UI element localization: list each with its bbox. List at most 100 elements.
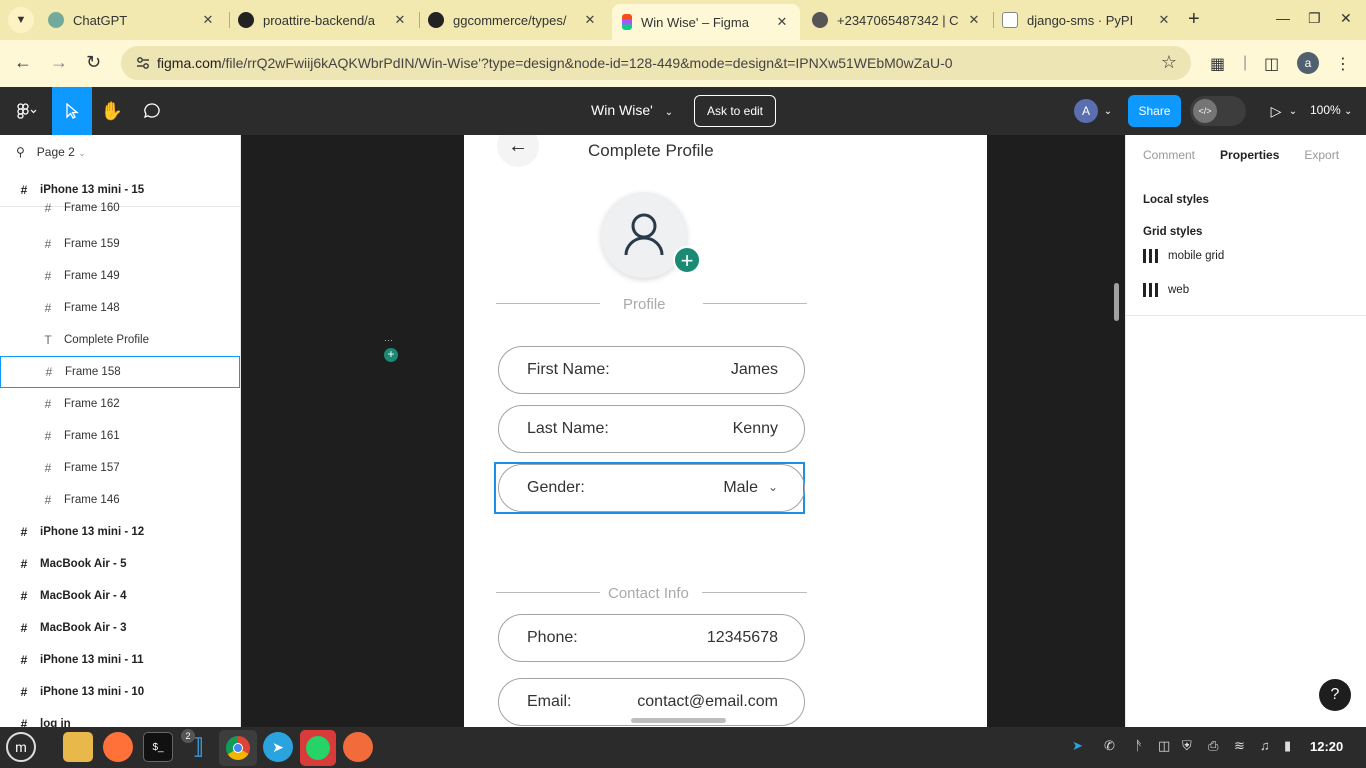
- tab-properties[interactable]: Properties: [1220, 148, 1279, 162]
- layer-row[interactable]: # iPhone 13 mini - 12: [0, 516, 240, 548]
- layer-row[interactable]: # Frame 157: [0, 452, 240, 484]
- back-arrow-icon[interactable]: ←: [497, 135, 539, 167]
- address-bar[interactable]: figma.com/file/rrQ2wFwiij6kAQKWbrPdIN/Wi…: [121, 46, 1191, 80]
- ask-to-edit-button[interactable]: Ask to edit: [694, 95, 776, 127]
- tab-export[interactable]: Export: [1304, 148, 1339, 162]
- site-settings-icon[interactable]: [135, 55, 151, 71]
- tab-ggcommerce[interactable]: ggcommerce/types/ ✕: [418, 0, 608, 40]
- tab-comment[interactable]: Comment: [1143, 148, 1195, 162]
- grid-style-mobile[interactable]: mobile grid: [1143, 249, 1224, 263]
- add-photo-plus-icon[interactable]: +: [673, 246, 701, 274]
- tab-phone[interactable]: +2347065487342 | C ✕: [802, 0, 992, 40]
- comment-tool[interactable]: [132, 87, 172, 135]
- layer-row[interactable]: # log in: [0, 708, 240, 727]
- battery-icon[interactable]: ▮: [1284, 738, 1291, 754]
- chevron-down-icon[interactable]: ⌄: [1100, 87, 1116, 135]
- adjacent-frame[interactable]: [839, 135, 987, 727]
- zoom-menu[interactable]: 100% ⌄: [1310, 103, 1352, 117]
- terminal-icon[interactable]: $_: [143, 732, 173, 762]
- printer-icon[interactable]: ⎙: [1208, 738, 1218, 754]
- bookmark-star-icon[interactable]: ☆: [1161, 52, 1177, 73]
- frame-scrollbar[interactable]: [631, 718, 726, 723]
- file-manager-icon[interactable]: [63, 732, 93, 762]
- layer-row[interactable]: # iPhone 13 mini - 10: [0, 676, 240, 708]
- start-menu-icon[interactable]: m: [6, 732, 36, 762]
- side-panel-icon[interactable]: ◫: [1264, 54, 1279, 74]
- divider-line: [702, 592, 807, 593]
- tab-search-button[interactable]: ▼: [8, 7, 34, 33]
- telegram-icon[interactable]: ➤: [263, 732, 293, 762]
- clipboard-icon[interactable]: ◫: [1158, 738, 1170, 754]
- music-note-icon[interactable]: ♫: [1260, 738, 1270, 753]
- clock[interactable]: 12:20: [1310, 739, 1343, 754]
- profile-avatar[interactable]: a: [1297, 52, 1319, 74]
- help-button[interactable]: ?: [1319, 679, 1351, 711]
- window-close-icon[interactable]: ✕: [1340, 10, 1352, 27]
- layer-row[interactable]: # Frame 158: [0, 356, 240, 388]
- layer-row[interactable]: # Frame 159: [0, 228, 240, 260]
- canvas-scrollbar[interactable]: [1114, 283, 1119, 321]
- whatsapp-tray-icon[interactable]: ✆: [1104, 738, 1115, 754]
- back-arrow-icon[interactable]: ←: [14, 52, 32, 73]
- share-button[interactable]: Share: [1128, 95, 1181, 127]
- layer-row[interactable]: # MacBook Air - 3: [0, 612, 240, 644]
- layer-row[interactable]: # Frame 146: [0, 484, 240, 516]
- page-selector[interactable]: ⚲ Page 2 ⌄: [16, 145, 86, 159]
- layer-row[interactable]: # Frame 149: [0, 260, 240, 292]
- firefox-icon[interactable]: [103, 732, 133, 762]
- bluetooth-icon[interactable]: ᚫ: [1135, 738, 1143, 753]
- layer-row[interactable]: # MacBook Air - 5: [0, 548, 240, 580]
- maximize-icon[interactable]: ❐: [1308, 10, 1321, 27]
- layer-row[interactable]: # Frame 161: [0, 420, 240, 452]
- whatsapp-active-highlight[interactable]: [300, 730, 336, 766]
- search-icon[interactable]: ⚲: [16, 145, 25, 159]
- shield-icon[interactable]: ⛨: [1182, 738, 1192, 754]
- close-icon[interactable]: ✕: [1156, 12, 1172, 28]
- close-icon[interactable]: ✕: [582, 12, 598, 28]
- postman-icon[interactable]: [343, 732, 373, 762]
- canvas-add-plus-icon[interactable]: +: [384, 348, 398, 362]
- hand-tool-icon[interactable]: ✋: [92, 87, 132, 135]
- new-tab-plus-icon[interactable]: +: [1188, 8, 1200, 31]
- forward-arrow-icon[interactable]: →: [50, 52, 68, 73]
- local-styles-heading: Local styles: [1143, 194, 1209, 206]
- close-icon[interactable]: ✕: [774, 14, 790, 30]
- first-name-field[interactable]: First Name: James: [498, 346, 805, 394]
- figma-main-menu[interactable]: [6, 87, 48, 135]
- layer-row[interactable]: # iPhone 13 mini - 11: [0, 644, 240, 676]
- phone-field[interactable]: Phone: 12345678: [498, 614, 805, 662]
- minimize-icon[interactable]: —: [1276, 10, 1290, 26]
- layer-row[interactable]: # Frame 160: [0, 196, 240, 220]
- close-icon[interactable]: ✕: [392, 12, 408, 28]
- layer-row[interactable]: T Complete Profile: [0, 324, 240, 356]
- reload-icon[interactable]: ↻: [86, 52, 101, 73]
- dev-mode-toggle[interactable]: </>: [1190, 96, 1246, 126]
- tab-proattire[interactable]: proattire-backend/a ✕: [228, 0, 418, 40]
- extensions-puzzle-icon[interactable]: ▦: [1210, 54, 1225, 74]
- close-icon[interactable]: ✕: [200, 12, 216, 28]
- layer-row[interactable]: # Frame 148: [0, 292, 240, 324]
- browser-tab-strip: ▼ ChatGPT ✕ proattire-backend/a ✕ ggcomm…: [0, 0, 1366, 40]
- code-icon: </>: [1193, 99, 1217, 123]
- grid-style-web[interactable]: web: [1143, 283, 1189, 297]
- layer-row[interactable]: # MacBook Air - 4: [0, 580, 240, 612]
- layer-row[interactable]: # Frame 162: [0, 388, 240, 420]
- wifi-icon[interactable]: ≋: [1234, 738, 1245, 754]
- collaborator-avatar[interactable]: A: [1074, 99, 1098, 123]
- telegram-tray-icon[interactable]: ➤: [1072, 738, 1083, 754]
- more-menu-icon[interactable]: ⋮: [1335, 54, 1351, 74]
- iphone-frame[interactable]: ← Complete Profile + Profile First Name:…: [464, 135, 839, 727]
- design-canvas[interactable]: ··· + ← Complete Profile + Profile First…: [241, 135, 1125, 727]
- last-name-field[interactable]: Last Name: Kenny: [498, 405, 805, 453]
- tab-chatgpt[interactable]: ChatGPT ✕: [38, 0, 226, 40]
- chevron-down-icon[interactable]: ⌄: [1286, 87, 1300, 135]
- gender-select[interactable]: Gender: Male ⌄: [498, 464, 805, 512]
- present-play-icon[interactable]: ▷: [1266, 87, 1286, 135]
- move-tool[interactable]: [52, 87, 92, 135]
- file-name-menu[interactable]: Win Wise' ⌄: [591, 102, 673, 118]
- tab-figma-active[interactable]: Win Wise' – Figma ✕: [612, 4, 800, 40]
- chrome-active-highlight[interactable]: [219, 730, 257, 766]
- layer-label: Frame 158: [65, 366, 121, 378]
- tab-pypi[interactable]: django-sms · PyPI ✕: [992, 0, 1182, 40]
- close-icon[interactable]: ✕: [966, 12, 982, 28]
